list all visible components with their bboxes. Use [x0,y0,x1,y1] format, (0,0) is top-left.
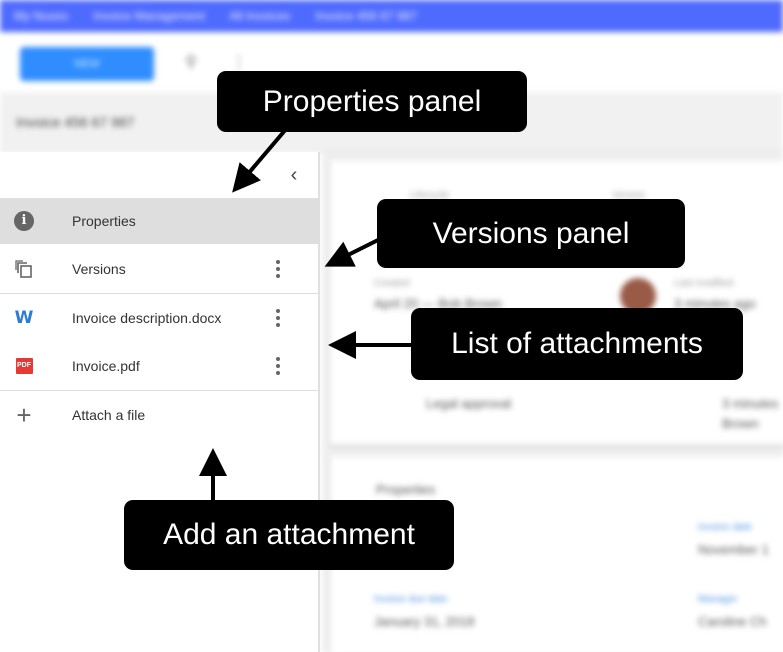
manager-label: Manager [698,594,738,605]
info-icon: i [13,210,35,232]
invoice-date-label: Invoice date [698,522,752,533]
task-meta-2: Brown [722,416,759,431]
attachment-name: Invoice description.docx [72,310,222,326]
task-meta: 3 minutes [722,396,779,411]
chevron-left-icon[interactable]: ‹ [282,163,306,187]
breadcrumb: My Nuxeo Invoice Management All Invoices… [0,0,783,32]
modified-label: Last modified [674,278,734,289]
properties-heading: Properties [376,482,436,497]
sidebar-item-label: Properties [72,213,136,229]
task-value: Legal approval [426,396,512,411]
more-vert-icon[interactable] [268,354,288,378]
versions-icon [13,258,35,280]
more-vert-icon[interactable] [268,257,288,281]
more-vert-icon[interactable]: ⋮ [230,54,248,72]
word-document-icon: W [14,308,34,328]
sidebar-item-properties[interactable]: i Properties [0,198,320,244]
callout-versions-panel: Versions panel [377,199,685,268]
attach-file-button[interactable]: + Attach a file [0,392,320,438]
breadcrumb-item[interactable]: All Invoices [229,9,290,23]
breadcrumb-item[interactable]: Invoice Management [93,9,204,23]
attachment-item[interactable]: W Invoice description.docx [0,295,320,341]
plus-icon: + [16,400,32,430]
sidebar-item-versions[interactable]: Versions [0,246,320,294]
attach-file-label: Attach a file [72,407,146,423]
breadcrumb-item[interactable]: My Nuxeo [14,9,68,23]
breadcrumb-item[interactable]: Invoice 456 67 987 [316,9,417,23]
new-button[interactable]: NEW [20,47,154,81]
app-screen: My Nuxeo Invoice Management All Invoices… [0,0,783,652]
sidebar-item-label: Versions [72,261,126,277]
callout-properties-panel: Properties panel [217,71,527,132]
attachment-name: Invoice.pdf [72,358,140,374]
more-vert-icon[interactable] [268,306,288,330]
invoice-due-label: Invoice due date [374,594,448,605]
manager-value: Caroline Ch [698,614,767,629]
search-icon[interactable]: ⚲ [182,54,200,72]
document-sidebar: ‹ i Properties Versions W Invoice descri… [0,152,320,652]
pdf-icon: PDF [13,355,35,377]
invoice-due-value: January 31, 2018 [374,614,475,629]
callout-add-attachment: Add an attachment [124,500,454,570]
callout-attachments: List of attachments [411,308,743,380]
attachment-item[interactable]: PDF Invoice.pdf [0,343,320,391]
created-label: Created [374,278,410,289]
document-title: Invoice 456 67 987 [16,114,135,130]
invoice-date-value: November 1 [698,542,769,557]
